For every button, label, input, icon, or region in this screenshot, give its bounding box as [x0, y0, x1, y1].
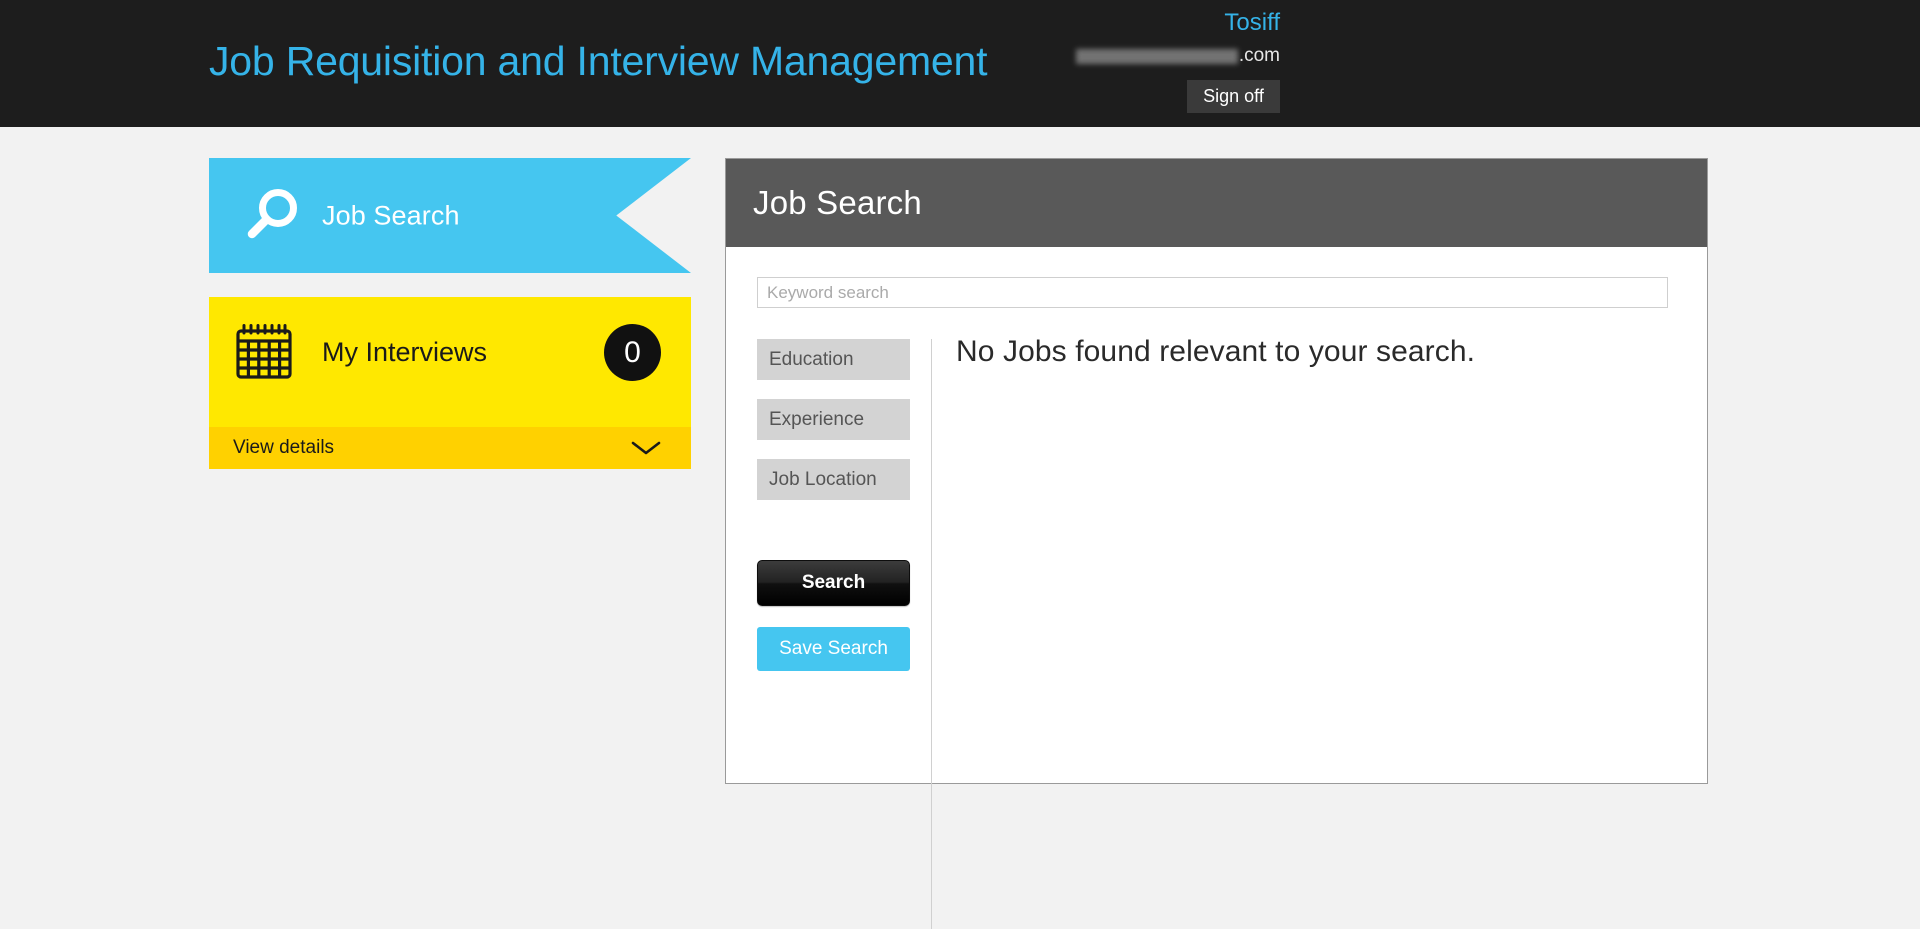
tile-job-search[interactable]: Job Search [209, 158, 691, 273]
keyword-search-input[interactable] [757, 277, 1668, 308]
vertical-divider [931, 339, 932, 929]
user-name: Tosiff [1224, 9, 1280, 36]
panel-title: Job Search [753, 184, 922, 221]
page-content: Job Search My Interviews 0 View details … [0, 127, 1920, 929]
tile-column: Job Search My Interviews 0 View details [209, 158, 691, 469]
search-results-area: No Jobs found relevant to your search. [956, 335, 1687, 369]
user-email-domain-suffix: .com [1238, 45, 1280, 66]
panel-header: Job Search [726, 159, 1707, 247]
user-account-block: Tosiff .com Sign off [1075, 0, 1920, 127]
redacted-email-icon [1075, 48, 1238, 64]
view-details-bar[interactable]: View details [209, 427, 691, 469]
top-header-bar: Job Requisition and Interview Management… [0, 0, 1920, 127]
filter-education-button[interactable]: Education [757, 339, 910, 380]
save-search-button[interactable]: Save Search [757, 627, 910, 671]
search-icon [238, 183, 304, 249]
filter-experience-button[interactable]: Experience [757, 399, 910, 440]
filter-button-group: Education Experience Job Location [757, 339, 910, 519]
filter-job-location-button[interactable]: Job Location [757, 459, 910, 500]
user-email: .com [1075, 45, 1280, 67]
tile-job-search-label: Job Search [322, 200, 460, 230]
job-search-panel: Job Search Education Experience Job Loca… [725, 158, 1708, 929]
action-button-group: Search Save Search [757, 560, 910, 671]
panel-body: Education Experience Job Location Search… [726, 247, 1707, 929]
chevron-down-icon [631, 440, 661, 456]
view-details-label: View details [233, 437, 335, 458]
interviews-count-badge: 0 [604, 324, 661, 381]
tile-my-interviews-main: My Interviews 0 [209, 297, 691, 427]
tile-my-interviews-label: My Interviews [322, 337, 488, 367]
search-button[interactable]: Search [757, 560, 910, 606]
tile-my-interviews[interactable]: My Interviews 0 View details [209, 297, 691, 469]
no-results-message: No Jobs found relevant to your search. [956, 335, 1476, 368]
app-title: Job Requisition and Interview Management [209, 38, 988, 84]
calendar-icon [233, 322, 295, 384]
sign-off-button[interactable]: Sign off [1187, 80, 1280, 113]
